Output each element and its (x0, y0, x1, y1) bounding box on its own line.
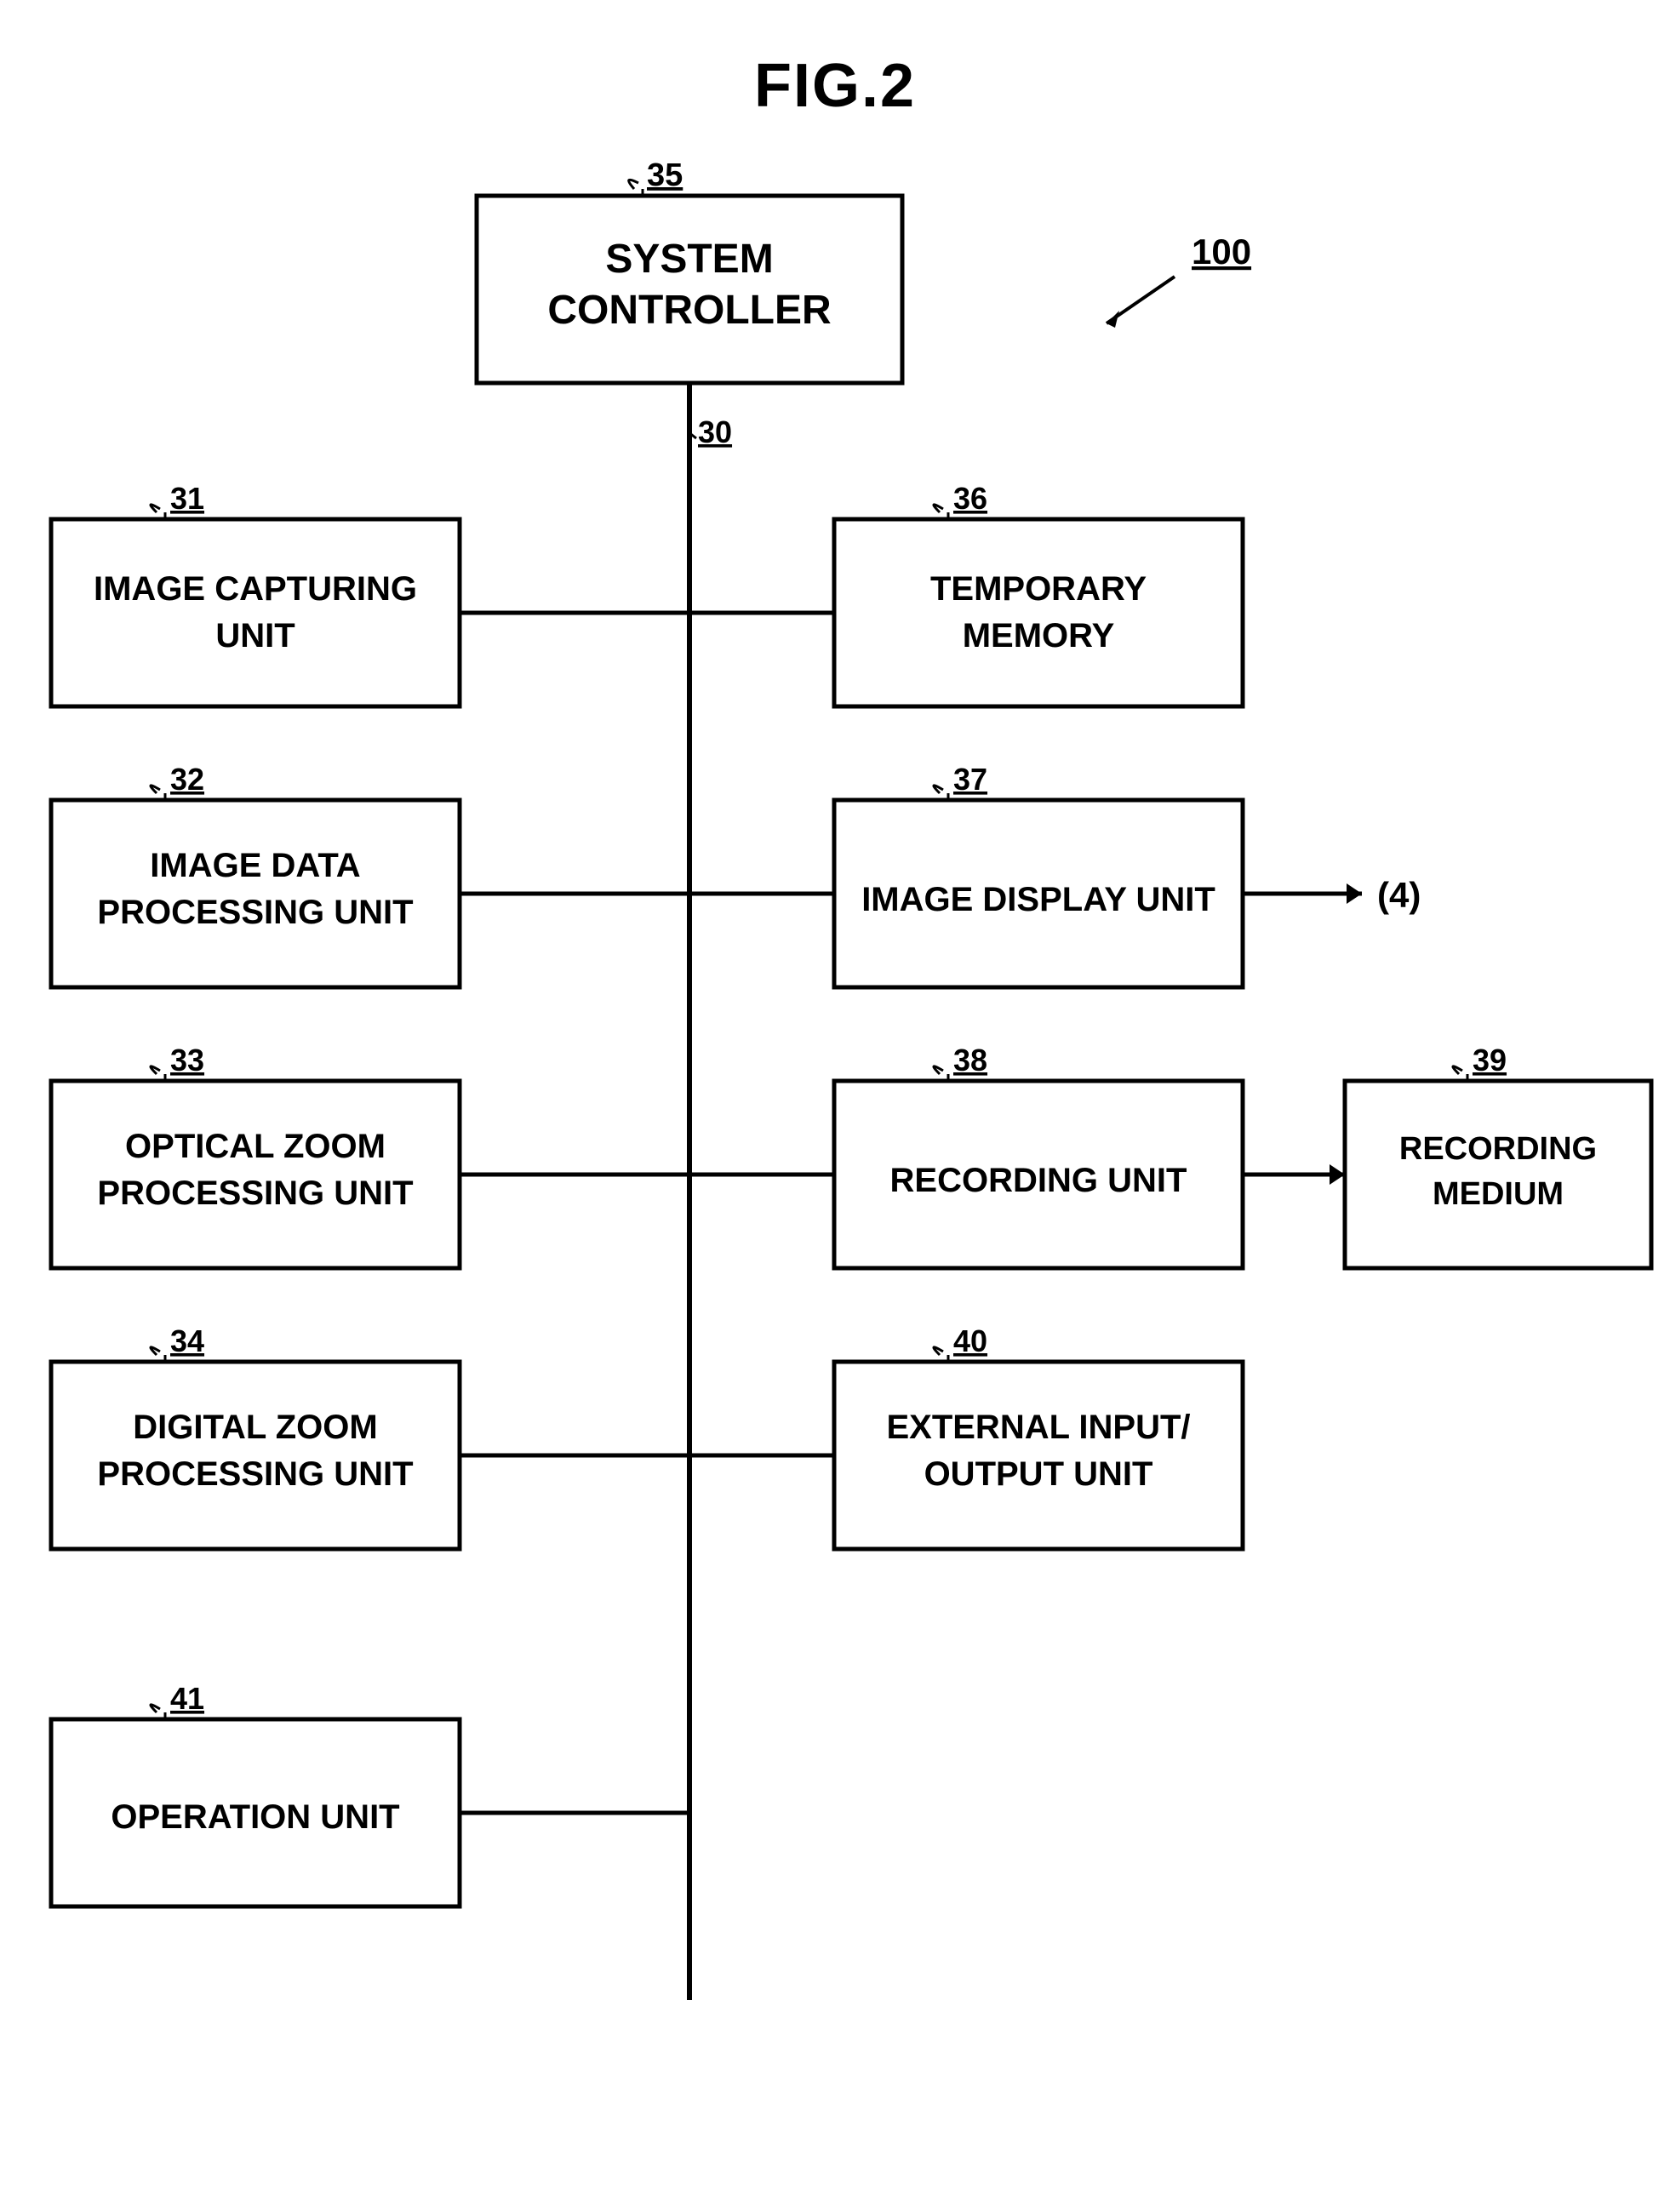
svg-text:100: 100 (1192, 231, 1251, 271)
svg-text:RECORDING: RECORDING (1399, 1131, 1597, 1167)
fig-title: FIG.2 (0, 0, 1670, 121)
svg-text:40: 40 (953, 1323, 987, 1358)
svg-text:OPTICAL ZOOM: OPTICAL ZOOM (125, 1128, 386, 1165)
svg-text:31: 31 (170, 481, 204, 516)
svg-text:41: 41 (170, 1681, 204, 1716)
svg-text:(4): (4) (1377, 875, 1421, 915)
svg-text:TEMPORARY: TEMPORARY (930, 570, 1147, 608)
svg-text:30: 30 (698, 414, 732, 449)
svg-text:MEDIUM: MEDIUM (1433, 1176, 1564, 1212)
svg-text:SYSTEM: SYSTEM (605, 237, 773, 282)
svg-text:38: 38 (953, 1043, 987, 1077)
svg-text:OPERATION UNIT: OPERATION UNIT (111, 1798, 399, 1836)
svg-text:33: 33 (170, 1043, 204, 1077)
svg-text:PROCESSING UNIT: PROCESSING UNIT (97, 1175, 413, 1212)
svg-text:34: 34 (170, 1323, 204, 1358)
svg-text:MEMORY: MEMORY (963, 617, 1115, 654)
svg-text:RECORDING UNIT: RECORDING UNIT (890, 1162, 1187, 1199)
svg-text:DIGITAL ZOOM: DIGITAL ZOOM (133, 1409, 377, 1446)
svg-text:CONTROLLER: CONTROLLER (547, 288, 831, 333)
svg-text:IMAGE DATA: IMAGE DATA (150, 847, 360, 884)
svg-text:IMAGE DISPLAY UNIT: IMAGE DISPLAY UNIT (861, 881, 1215, 918)
svg-text:35: 35 (647, 157, 683, 193)
svg-text:EXTERNAL INPUT/: EXTERNAL INPUT/ (886, 1409, 1190, 1446)
svg-text:37: 37 (953, 762, 987, 797)
svg-text:32: 32 (170, 762, 204, 797)
svg-text:UNIT: UNIT (215, 617, 295, 654)
svg-text:36: 36 (953, 481, 987, 516)
svg-text:PROCESSING UNIT: PROCESSING UNIT (97, 894, 413, 931)
svg-text:IMAGE CAPTURING: IMAGE CAPTURING (94, 570, 417, 608)
svg-text:PROCESSING UNIT: PROCESSING UNIT (97, 1455, 413, 1493)
svg-text:OUTPUT UNIT: OUTPUT UNIT (924, 1455, 1153, 1493)
svg-text:39: 39 (1473, 1043, 1507, 1077)
